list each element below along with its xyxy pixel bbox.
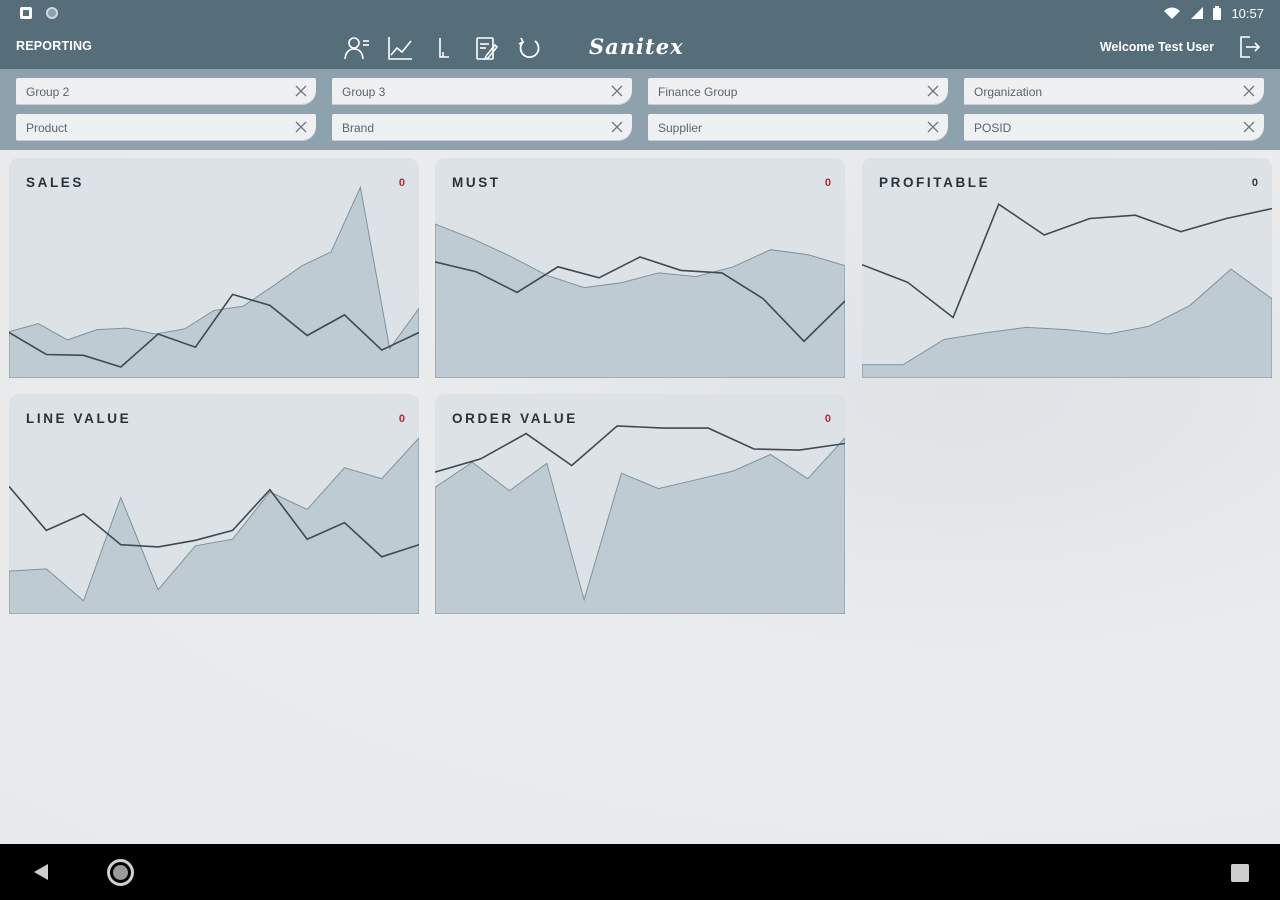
filter-organization[interactable]: Organization bbox=[964, 78, 1264, 105]
filter-label: POSID bbox=[974, 121, 1012, 135]
back-icon[interactable] bbox=[30, 861, 52, 883]
area-series bbox=[862, 268, 1272, 378]
clear-icon[interactable] bbox=[1242, 120, 1256, 134]
filter-brand[interactable]: Brand bbox=[332, 114, 632, 141]
users-icon[interactable] bbox=[340, 33, 373, 63]
system-nav-bar bbox=[0, 844, 1280, 900]
profitable-card[interactable]: PROFITABLE 0 bbox=[862, 158, 1272, 378]
line-value-card[interactable]: LINE VALUE 0 bbox=[9, 394, 419, 614]
sales-card[interactable]: SALES 0 bbox=[9, 158, 419, 378]
filter-supplier[interactable]: Supplier bbox=[648, 114, 948, 141]
refresh-icon[interactable] bbox=[512, 33, 545, 63]
line-value-chart bbox=[9, 437, 419, 614]
area-series bbox=[435, 437, 845, 614]
must-chart bbox=[435, 223, 845, 378]
card-title: MUST bbox=[452, 175, 501, 190]
filter-group-2[interactable]: Group 2 bbox=[16, 78, 316, 105]
app-bar: REPORTING Sanitex Welcome Test User bbox=[0, 26, 1280, 69]
signal-icon bbox=[1191, 7, 1204, 19]
filter-label: Brand bbox=[342, 121, 375, 135]
clear-icon[interactable] bbox=[926, 120, 940, 134]
status-indicators: 10:57 bbox=[1163, 6, 1264, 21]
notification-app-icon bbox=[20, 7, 32, 19]
axis-chart-icon[interactable] bbox=[426, 33, 459, 63]
filter-label: Organization bbox=[974, 85, 1043, 99]
filter-label: Finance Group bbox=[658, 85, 738, 99]
must-card[interactable]: MUST 0 bbox=[435, 158, 845, 378]
filter-group-3[interactable]: Group 3 bbox=[332, 78, 632, 105]
card-value: 0 bbox=[824, 413, 831, 425]
area-series bbox=[435, 223, 845, 378]
clear-icon[interactable] bbox=[926, 84, 940, 98]
clear-icon[interactable] bbox=[294, 84, 308, 98]
filter-label: Group 2 bbox=[26, 85, 70, 99]
filter-label: Group 3 bbox=[342, 85, 386, 99]
order-value-chart bbox=[435, 425, 845, 614]
filter-product[interactable]: Product bbox=[16, 114, 316, 141]
clear-icon[interactable] bbox=[610, 84, 624, 98]
logout-icon[interactable] bbox=[1236, 34, 1262, 60]
filter-bar: Group 2 Group 3 Finance Group Organizati… bbox=[0, 69, 1280, 150]
toolbar bbox=[340, 33, 545, 63]
filter-label: Product bbox=[26, 121, 68, 135]
card-title: SALES bbox=[26, 175, 85, 190]
card-value: 0 bbox=[398, 413, 405, 425]
wifi-icon bbox=[1164, 7, 1181, 19]
area-series bbox=[9, 185, 419, 378]
filter-posid[interactable]: POSID bbox=[964, 114, 1264, 141]
line-chart-icon[interactable] bbox=[383, 33, 416, 63]
brand-logo: Sanitex bbox=[589, 34, 684, 59]
clock: 10:57 bbox=[1231, 5, 1264, 21]
home-icon[interactable] bbox=[107, 859, 134, 886]
order-value-card[interactable]: ORDER VALUE 0 bbox=[435, 394, 845, 614]
card-title: LINE VALUE bbox=[26, 411, 132, 426]
area-series bbox=[9, 437, 419, 614]
card-value: 0 bbox=[1251, 177, 1258, 189]
profitable-chart bbox=[862, 202, 1272, 378]
edit-document-icon[interactable] bbox=[469, 33, 502, 63]
battery-icon bbox=[1213, 6, 1222, 20]
clear-icon[interactable] bbox=[610, 120, 624, 134]
status-notifications bbox=[20, 7, 58, 19]
notification-sync-icon bbox=[46, 7, 58, 19]
sales-chart bbox=[9, 185, 419, 378]
card-value: 0 bbox=[398, 177, 405, 189]
clear-icon[interactable] bbox=[1242, 84, 1256, 98]
welcome-text: Welcome Test User bbox=[1099, 40, 1214, 54]
status-bar: 10:57 bbox=[0, 0, 1280, 26]
card-title: ORDER VALUE bbox=[452, 411, 578, 426]
clear-icon[interactable] bbox=[294, 120, 308, 134]
card-value: 0 bbox=[824, 177, 831, 189]
page-title: REPORTING bbox=[16, 39, 93, 53]
filter-label: Supplier bbox=[658, 121, 703, 135]
recent-apps-icon[interactable] bbox=[1231, 864, 1249, 882]
filter-finance-group[interactable]: Finance Group bbox=[648, 78, 948, 105]
card-title: PROFITABLE bbox=[879, 175, 991, 190]
